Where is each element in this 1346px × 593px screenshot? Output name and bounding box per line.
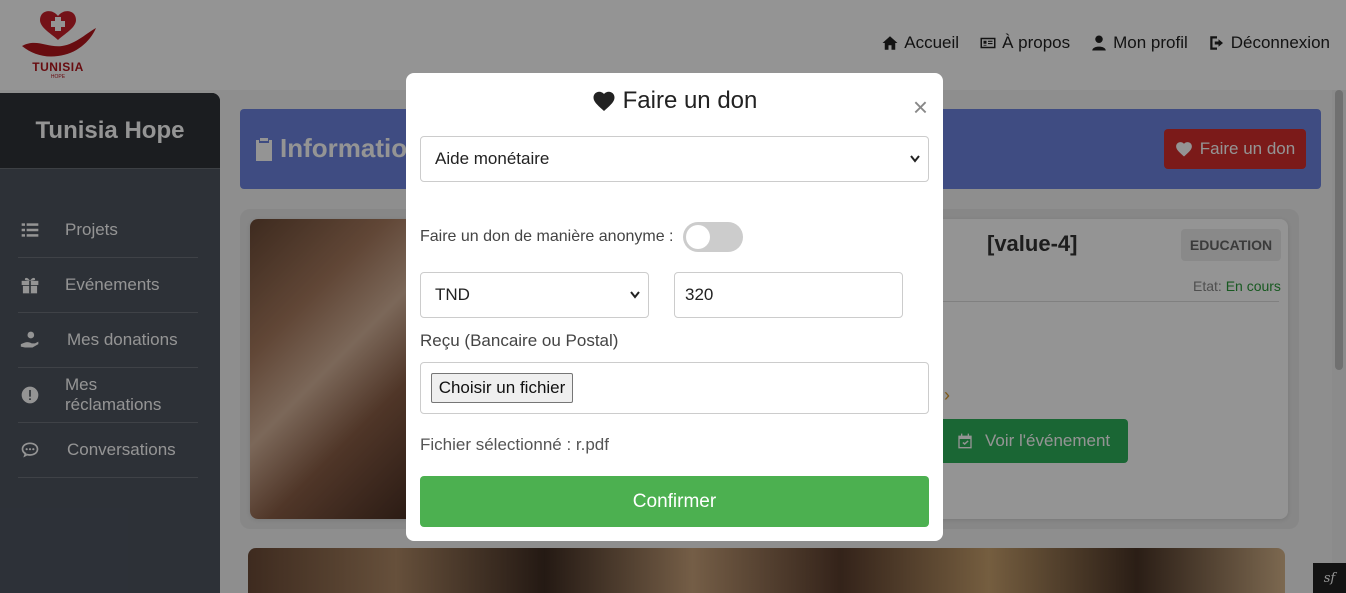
anonymous-toggle[interactable] — [683, 222, 743, 252]
donation-modal: Faire un don × Aide monétaire Faire un d… — [406, 73, 943, 541]
donation-type-value: Aide monétaire — [435, 149, 550, 168]
donation-type-select[interactable]: Aide monétaire — [420, 136, 929, 182]
amount-input[interactable]: 320 — [674, 272, 903, 318]
receipt-label: Reçu (Bancaire ou Postal) — [420, 331, 619, 350]
confirm-button[interactable]: Confirmer — [420, 476, 929, 527]
heart-icon — [593, 91, 615, 111]
choose-file-button[interactable]: Choisir un fichier — [431, 373, 573, 403]
toggle-knob — [686, 225, 710, 249]
amount-value: 320 — [685, 285, 714, 304]
close-icon[interactable]: × — [913, 94, 928, 120]
selected-file-text: Fichier sélectionné : r.pdf — [420, 435, 609, 454]
anonymous-label: Faire un don de manière anonyme : — [420, 228, 674, 245]
currency-select[interactable]: TND — [420, 272, 649, 318]
modal-title-text: Faire un don — [622, 87, 758, 114]
currency-value: TND — [435, 285, 470, 304]
chevron-down-icon — [630, 291, 640, 299]
modal-title: Faire un don — [406, 87, 943, 115]
receipt-file-input[interactable]: Choisir un fichier — [420, 362, 929, 414]
chevron-down-icon — [910, 155, 920, 163]
